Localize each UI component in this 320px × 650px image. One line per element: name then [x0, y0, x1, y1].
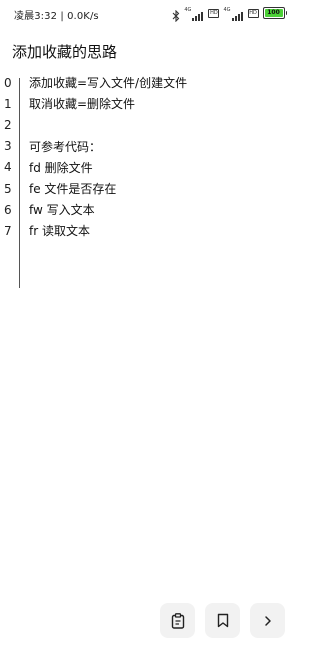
line-number: 4 — [4, 160, 12, 175]
status-icons: 4G HD 4G HD 100 — [172, 7, 287, 23]
bottom-toolbar — [160, 603, 285, 638]
line-text[interactable]: 添加收藏=写入文件/创建文件 — [29, 74, 187, 91]
line-number: 0 — [4, 75, 12, 90]
code-line[interactable]: 4 fd 删除文件 — [0, 157, 299, 178]
clipboard-button[interactable] — [160, 603, 195, 638]
bluetooth-icon — [172, 7, 180, 23]
line-number: 1 — [4, 96, 12, 111]
code-editor[interactable]: 0 添加收藏=写入文件/创建文件 1 取消收藏=删除文件 2 3 可参考代码： … — [0, 72, 299, 288]
status-time: 凌晨3:32 | 0.0K/s — [14, 11, 99, 22]
next-button[interactable] — [250, 603, 285, 638]
battery-icon: 100 — [262, 7, 287, 19]
network-type-label: 4G — [223, 7, 231, 13]
bookmark-icon — [217, 613, 229, 628]
bookmark-button[interactable] — [205, 603, 240, 638]
hd-icon: HD — [247, 8, 259, 18]
page-title: 添加收藏的思路 — [12, 43, 118, 61]
battery-body: 100 — [262, 7, 285, 19]
signal-icon — [231, 7, 244, 21]
network-type-label: 4G — [184, 7, 192, 13]
status-bar: 凌晨3:32 | 0.0K/s 4G HD 4G HD 100 — [0, 0, 299, 28]
screen: 凌晨3:32 | 0.0K/s 4G HD 4G HD 100 添加收藏的思路 … — [0, 0, 299, 650]
chevron-right-icon — [263, 615, 273, 627]
hd-icon: HD — [208, 8, 220, 18]
network-group-2: 4G — [223, 7, 244, 21]
line-text[interactable]: 取消收藏=删除文件 — [29, 95, 135, 112]
line-number: 2 — [4, 117, 12, 132]
line-text[interactable]: fe 文件是否存在 — [29, 180, 116, 197]
signal-icon — [192, 7, 204, 21]
line-number: 5 — [4, 181, 12, 196]
code-line[interactable]: 6 fw 写入文本 — [0, 199, 299, 220]
line-number: 7 — [4, 223, 12, 238]
clipboard-icon — [171, 612, 185, 629]
line-number: 3 — [4, 139, 12, 154]
line-text[interactable]: fr 读取文本 — [29, 222, 90, 239]
line-text[interactable]: fd 删除文件 — [29, 159, 93, 176]
network-group-1: 4G — [184, 7, 204, 21]
code-line[interactable]: 0 添加收藏=写入文件/创建文件 — [0, 72, 299, 93]
line-text[interactable]: 可参考代码： — [29, 138, 101, 155]
code-line[interactable]: 3 可参考代码： — [0, 136, 299, 157]
code-line[interactable]: 5 fe 文件是否存在 — [0, 178, 299, 199]
line-text[interactable]: fw 写入文本 — [29, 201, 95, 218]
code-line[interactable]: 1 取消收藏=删除文件 — [0, 93, 299, 114]
battery-level: 100 — [264, 9, 283, 17]
code-line[interactable]: 7 fr 读取文本 — [0, 220, 299, 241]
battery-cap — [285, 11, 287, 15]
code-line[interactable]: 2 — [0, 114, 299, 135]
line-number: 6 — [4, 202, 12, 217]
